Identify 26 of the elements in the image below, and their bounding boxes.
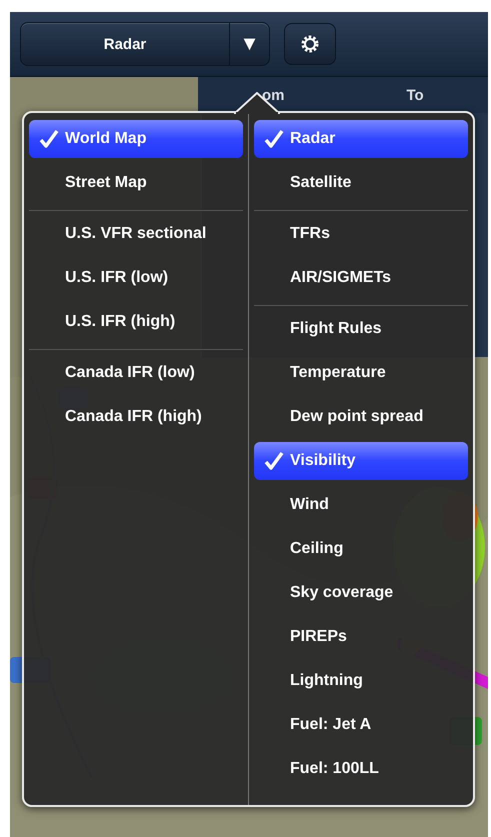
menu-item[interactable]: Canada IFR (low) [29,354,243,392]
menu-item[interactable]: Sky coverage [254,574,468,612]
menu-item[interactable]: TFRs [254,215,468,253]
menu-item[interactable]: Satellite [254,164,468,202]
from-label: om [262,86,284,104]
menu-item[interactable]: U.S. IFR (low) [29,259,243,297]
menu-item[interactable]: Lightning [254,662,468,700]
menu-item[interactable]: Dew point spread [254,398,468,436]
menu-item[interactable]: Street Map [29,164,243,202]
menu-item[interactable]: Temperature [254,354,468,392]
menu-item[interactable]: Flight Rules [254,310,468,348]
menu-item[interactable]: Ceiling [254,530,468,568]
menu-item[interactable]: Radar [254,120,468,158]
layer-button[interactable]: Radar [21,23,229,65]
menu-item[interactable]: U.S. VFR sectional [29,215,243,253]
dropdown-button[interactable]: ▼ [229,23,269,65]
menu-item[interactable]: AIR/SIGMETs [254,259,468,297]
menu-item[interactable]: Wind [254,486,468,524]
menu-item[interactable]: World Map [29,120,243,158]
menu-item[interactable]: PIREPs [254,618,468,656]
to-label: To [406,86,424,104]
menu-item[interactable]: Fuel: Jet A [254,706,468,744]
menu-item[interactable]: Canada IFR (high) [29,398,243,436]
menu-item[interactable]: U.S. IFR (high) [29,303,243,341]
menu-item[interactable]: Fuel: 100LL [254,750,468,788]
menu-item[interactable]: Visibility [254,442,468,480]
